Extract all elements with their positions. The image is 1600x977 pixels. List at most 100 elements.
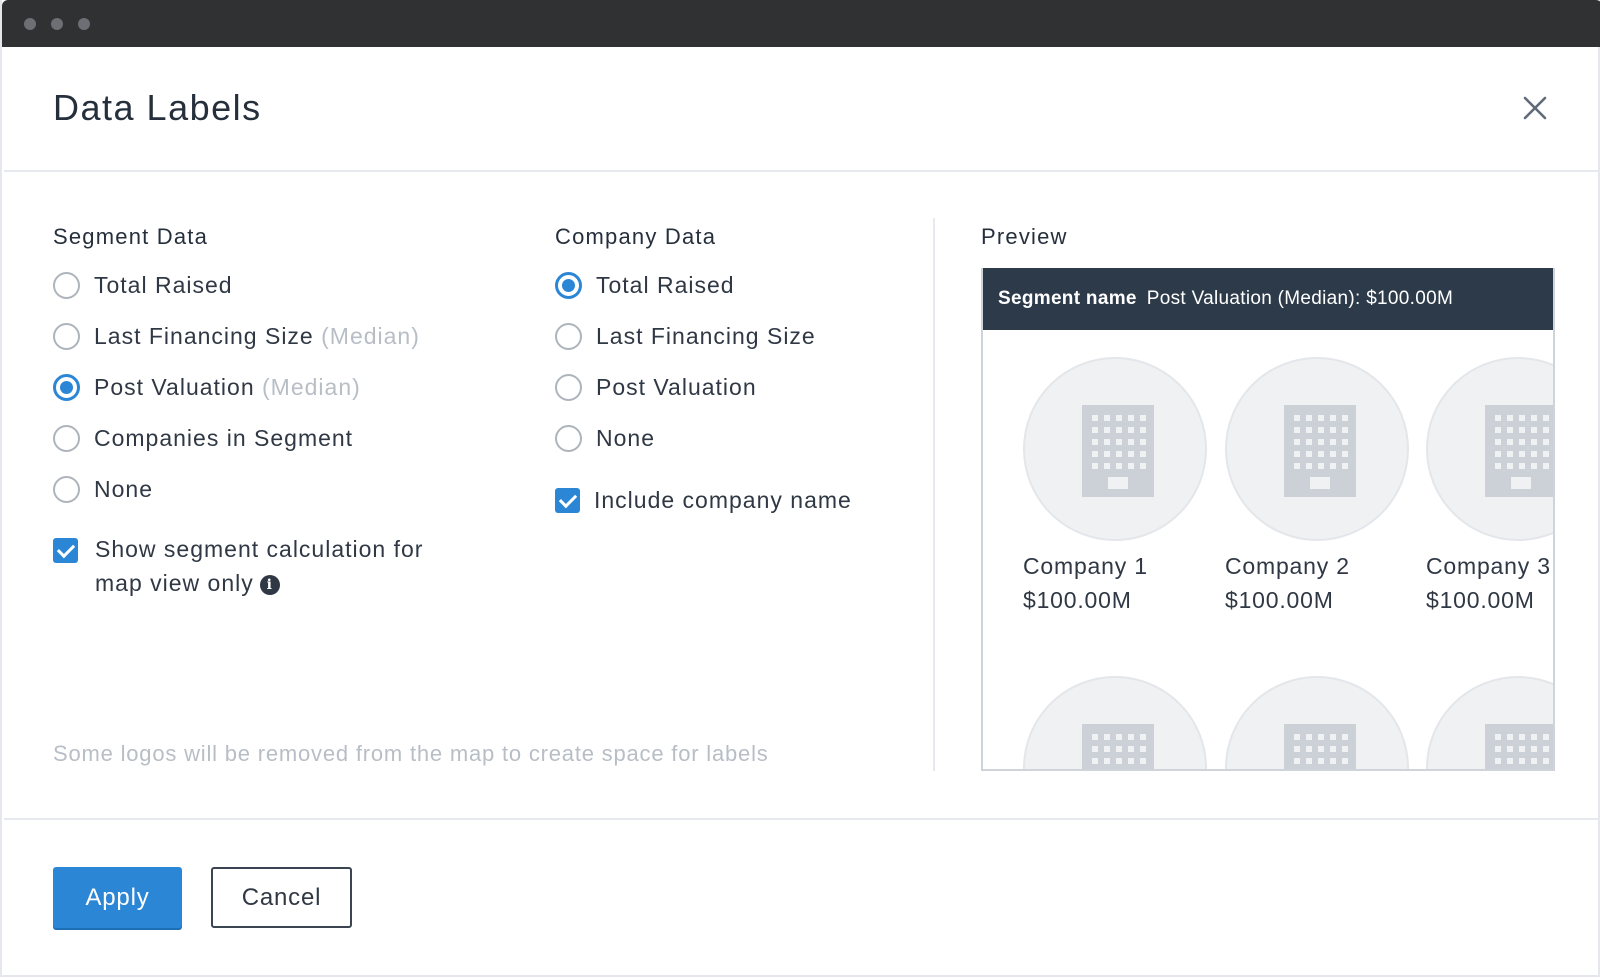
radio-button-selected[interactable] <box>53 373 80 401</box>
radio-button[interactable] <box>53 271 80 299</box>
preview-segment-name: Segment name <box>998 288 1137 309</box>
building-window <box>1104 427 1110 433</box>
building-window <box>1294 758 1300 764</box>
building-window <box>1330 734 1336 740</box>
building-window <box>1140 427 1146 433</box>
company-option-total-raised[interactable]: Total Raised <box>555 268 735 302</box>
radio-button[interactable] <box>53 475 80 503</box>
company-option-none[interactable]: None <box>555 421 655 455</box>
close-button[interactable] <box>1521 94 1549 122</box>
company-data-title: Company Data <box>555 224 717 249</box>
building-window <box>1092 758 1098 764</box>
radio-button-selected[interactable] <box>555 271 582 299</box>
building-window <box>1507 758 1513 764</box>
radio-button[interactable] <box>53 322 80 350</box>
building-window <box>1092 770 1098 771</box>
building-window <box>1318 758 1324 764</box>
building-window <box>1531 770 1537 771</box>
building-window <box>1294 427 1300 433</box>
building-window <box>1318 439 1324 445</box>
building-window <box>1318 746 1324 752</box>
building-window <box>1342 746 1348 752</box>
segment-option-none[interactable]: None <box>53 472 153 506</box>
company-logo <box>1023 357 1207 541</box>
building-window <box>1519 427 1525 433</box>
window-dot-icon[interactable] <box>78 18 90 30</box>
option-label: Total Raised <box>596 271 735 298</box>
building-icon <box>1485 724 1553 771</box>
info-icon[interactable]: i <box>259 575 280 595</box>
preview-company-card: Company 3 $100.00M <box>1426 357 1553 613</box>
building-icon <box>1082 724 1154 771</box>
preview-company-card <box>1225 676 1409 771</box>
building-window <box>1519 734 1525 740</box>
segment-option-total-raised[interactable]: Total Raised <box>53 268 233 302</box>
building-window <box>1140 734 1146 740</box>
building-window <box>1294 451 1300 457</box>
building-window <box>1330 463 1336 469</box>
building-window <box>1306 463 1312 469</box>
radio-button[interactable] <box>555 322 582 350</box>
include-company-name-checkbox-row[interactable]: Include company name <box>555 483 852 517</box>
window-dot-icon[interactable] <box>24 18 36 30</box>
building-window <box>1294 439 1300 445</box>
segment-option-post-valuation[interactable]: Post Valuation (Median) <box>53 370 361 404</box>
building-window <box>1531 463 1537 469</box>
preview-company-card <box>1023 676 1207 771</box>
building-window <box>1116 734 1122 740</box>
building-window <box>1140 463 1146 469</box>
building-icon <box>1082 405 1154 497</box>
building-window <box>1531 758 1537 764</box>
building-window <box>1104 734 1110 740</box>
building-window <box>1128 770 1134 771</box>
company-logo <box>1225 676 1409 771</box>
building-window <box>1092 463 1098 469</box>
company-name: Company 3 <box>1426 553 1551 579</box>
building-window <box>1294 746 1300 752</box>
building-window <box>1543 734 1549 740</box>
building-window <box>1092 451 1098 457</box>
option-suffix: (Median) <box>262 373 361 400</box>
building-window <box>1507 770 1513 771</box>
option-label: Total Raised <box>94 271 233 298</box>
option-label: None <box>94 475 153 502</box>
building-window <box>1330 427 1336 433</box>
building-window <box>1495 439 1501 445</box>
dialog-window: Data Labels Segment Data Total Raised La… <box>0 0 1600 977</box>
window-dot-icon[interactable] <box>51 18 63 30</box>
building-window <box>1495 746 1501 752</box>
building-window <box>1531 415 1537 421</box>
building-window <box>1507 427 1513 433</box>
building-window <box>1495 463 1501 469</box>
segment-calc-checkbox-row[interactable] <box>53 533 78 567</box>
preview-panel: Segment name Post Valuation (Median): $1… <box>981 268 1555 771</box>
company-option-last-financing-size[interactable]: Last Financing Size <box>555 319 816 353</box>
preview-company-card: Company 1 $100.00M <box>1023 357 1207 613</box>
checkbox-checked[interactable] <box>53 537 78 563</box>
radio-button[interactable] <box>555 373 582 401</box>
building-window <box>1128 463 1134 469</box>
option-label: Post Valuation (Median) <box>94 373 361 400</box>
segment-option-companies-in-segment[interactable]: Companies in Segment <box>53 421 353 455</box>
apply-button[interactable]: Apply <box>53 867 182 928</box>
building-window <box>1342 758 1348 764</box>
company-value: $100.00M <box>1225 587 1334 613</box>
building-window <box>1128 758 1134 764</box>
cancel-button[interactable]: Cancel <box>211 867 352 928</box>
building-window <box>1519 758 1525 764</box>
building-window <box>1318 770 1324 771</box>
dialog-title: Data Labels <box>53 87 262 128</box>
column-divider <box>933 218 935 771</box>
building-window <box>1092 746 1098 752</box>
checkbox-checked[interactable] <box>555 487 580 513</box>
building-window <box>1342 439 1348 445</box>
building-window <box>1092 439 1098 445</box>
building-window <box>1507 734 1513 740</box>
company-option-post-valuation[interactable]: Post Valuation <box>555 370 757 404</box>
building-door <box>1511 477 1531 489</box>
segment-option-last-financing-size[interactable]: Last Financing Size (Median) <box>53 319 420 353</box>
radio-button[interactable] <box>555 424 582 452</box>
building-window <box>1116 463 1122 469</box>
radio-button[interactable] <box>53 424 80 452</box>
building-window <box>1294 734 1300 740</box>
